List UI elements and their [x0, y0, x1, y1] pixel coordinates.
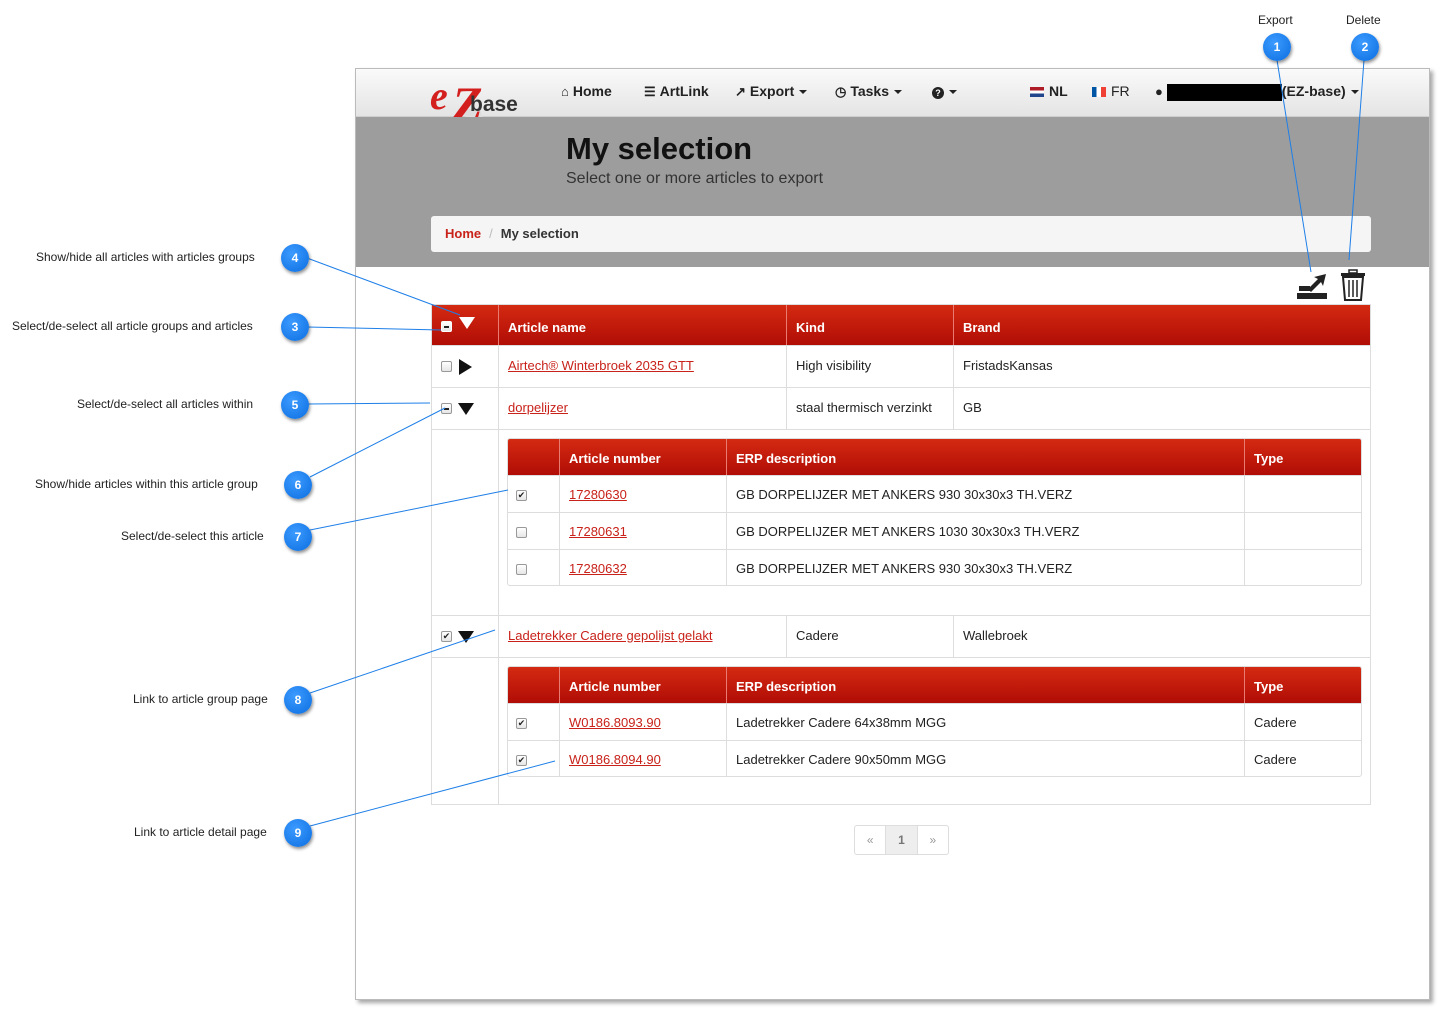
- annotation-badge-2: 2: [1351, 33, 1379, 61]
- annotation-badge-1: 1: [1263, 33, 1291, 61]
- annotation-badge-9: 9: [284, 819, 312, 847]
- annotation-label-8: Link to article group page: [133, 692, 268, 706]
- annotation-badge-3: 3: [281, 313, 309, 341]
- annotation-label-delete: Delete: [1346, 13, 1381, 27]
- annotation-label-4: Show/hide all articles with articles gro…: [36, 250, 255, 264]
- annotation-badge-7: 7: [284, 523, 312, 551]
- annotation-badge-4: 4: [281, 244, 309, 272]
- annotation-badge-8: 8: [284, 686, 312, 714]
- annotation-label-9: Link to article detail page: [134, 825, 267, 839]
- annotation-label-export: Export: [1258, 13, 1293, 27]
- annotation-label-3: Select/de-select all article groups and …: [12, 319, 253, 333]
- annotation-lines: [306, 59, 1365, 827]
- annotation-label-5: Select/de-select all articles within: [77, 397, 254, 411]
- annotation-badge-5: 5: [281, 391, 309, 419]
- annotation-badge-6: 6: [284, 471, 312, 499]
- annotation-label-7: Select/de-select this article: [121, 529, 264, 543]
- annotation-label-6: Show/hide articles within this article g…: [35, 477, 258, 491]
